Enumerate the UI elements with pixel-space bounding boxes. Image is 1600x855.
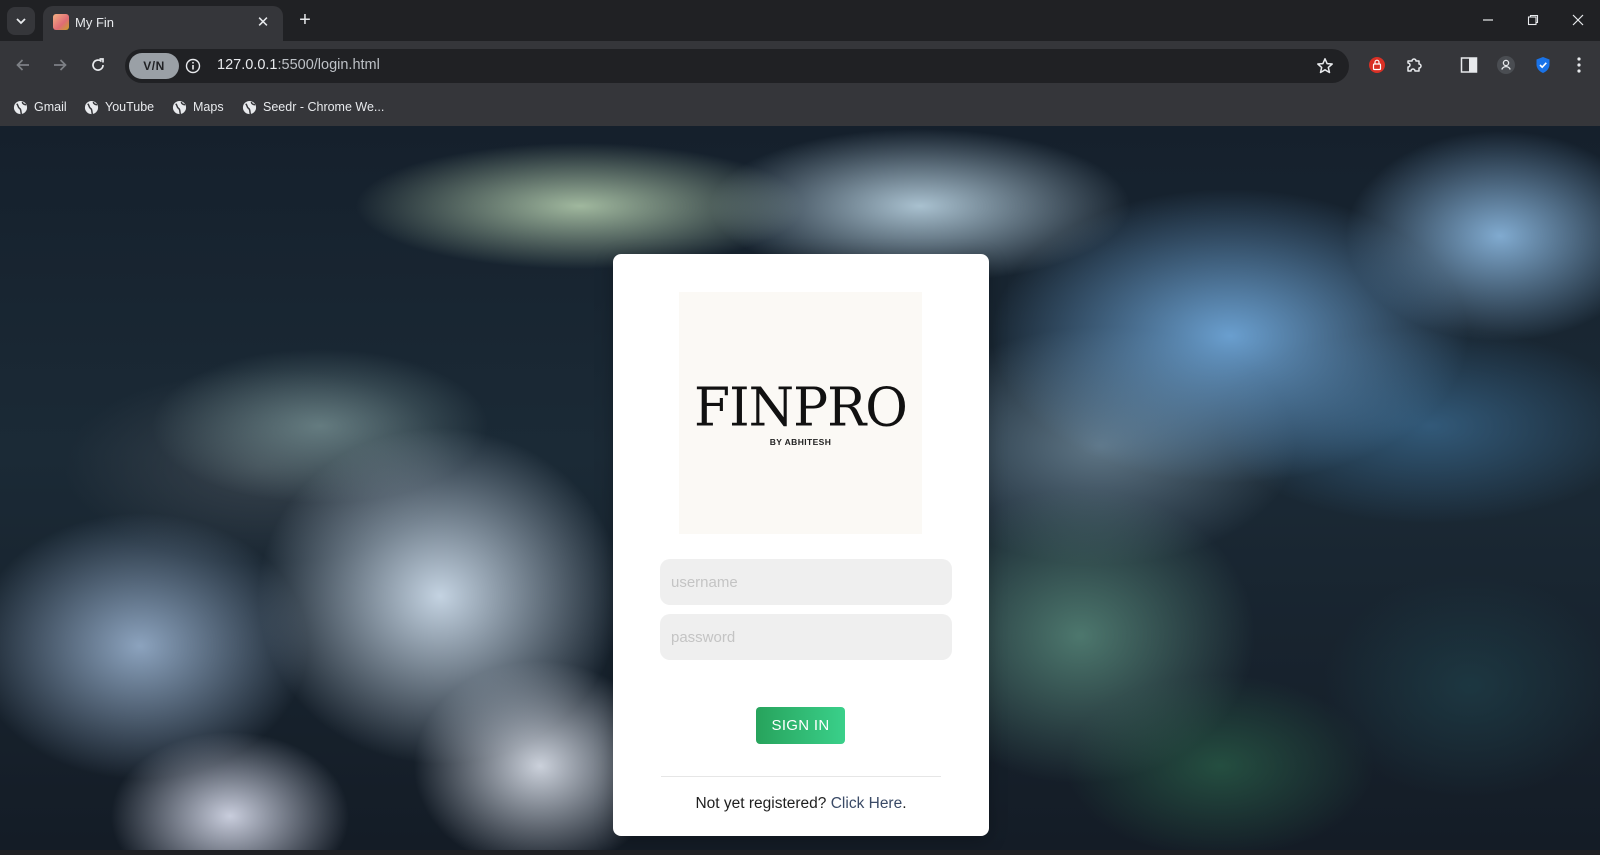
bookmark-label: Gmail: [34, 100, 67, 114]
register-prompt: Not yet registered? Click Here.: [613, 795, 989, 813]
forward-button[interactable]: [48, 53, 72, 77]
address-bar[interactable]: V/N 127.0.0.1:5500/login.html: [125, 49, 1349, 83]
restore-button[interactable]: [1519, 8, 1547, 32]
bookmark-label: Seedr - Chrome We...: [263, 100, 385, 114]
tab-title: My Fin: [75, 15, 114, 30]
login-card: FINPRO BY ABHITESH SIGN IN Not yet regis…: [613, 254, 989, 836]
url-text[interactable]: 127.0.0.1:5500/login.html: [217, 57, 380, 73]
password-field[interactable]: [660, 614, 952, 660]
extensions-puzzle-icon[interactable]: [1402, 53, 1426, 77]
vpn-badge[interactable]: V/N: [129, 53, 179, 79]
globe-icon: [13, 100, 28, 114]
bookmark-youtube[interactable]: YouTube: [84, 97, 154, 117]
arrow-left-icon: [16, 59, 29, 71]
bookmark-seedr[interactable]: Seedr - Chrome We...: [242, 97, 384, 117]
restore-icon: [1527, 14, 1539, 26]
minimize-button[interactable]: [1474, 8, 1502, 32]
globe-icon: [172, 100, 187, 114]
back-button[interactable]: [11, 53, 35, 77]
logo-byline: BY ABHITESH: [769, 437, 832, 447]
menu-kebab-icon[interactable]: [1567, 53, 1591, 77]
globe-icon: [84, 100, 99, 114]
minimize-icon: [1483, 19, 1493, 21]
close-window-button[interactable]: [1564, 8, 1592, 32]
reload-icon: [92, 58, 104, 71]
bookmark-label: Maps: [193, 100, 224, 114]
bookmark-maps[interactable]: Maps: [172, 97, 224, 117]
side-panel-icon[interactable]: [1457, 53, 1481, 77]
logo: FINPRO BY ABHITESH: [679, 292, 922, 534]
chevron-down-icon: [16, 18, 26, 25]
divider: [661, 776, 941, 777]
url-host: 127.0.0.1: [217, 57, 278, 73]
new-tab-button[interactable]: +: [294, 9, 316, 31]
arrow-right-icon: [54, 59, 67, 71]
username-field[interactable]: [660, 559, 952, 605]
register-suffix: .: [902, 795, 907, 812]
bookmark-label: YouTube: [105, 100, 155, 114]
bookmark-star-icon[interactable]: [1315, 56, 1335, 76]
reload-button[interactable]: [86, 53, 110, 77]
globe-icon: [242, 100, 257, 114]
page-viewport: FINPRO BY ABHITESH SIGN IN Not yet regis…: [0, 126, 1600, 850]
browser-toolbar: V/N 127.0.0.1:5500/login.html: [0, 41, 1600, 89]
extension-lock-icon[interactable]: [1365, 53, 1389, 77]
profile-avatar-icon[interactable]: [1494, 53, 1518, 77]
shield-check-icon[interactable]: [1531, 53, 1555, 77]
site-info-icon[interactable]: [184, 57, 202, 75]
register-link[interactable]: Click Here: [831, 795, 902, 812]
bookmarks-bar: Gmail YouTube Maps Seedr - Chrome We...: [0, 89, 1600, 126]
url-path: :5500/login.html: [277, 57, 380, 73]
tab-search-button[interactable]: [7, 7, 35, 35]
tab-active[interactable]: My Fin ✕: [43, 6, 283, 41]
sign-in-button[interactable]: SIGN IN: [756, 707, 845, 744]
tab-favicon-icon: [53, 14, 69, 30]
tab-strip: My Fin ✕ +: [0, 0, 1600, 41]
logo-wordmark: FINPRO: [694, 377, 908, 439]
window-bottom-edge: [0, 850, 1600, 855]
close-icon: [1572, 14, 1584, 26]
register-prompt-text: Not yet registered?: [695, 795, 827, 812]
tab-close-icon[interactable]: ✕: [253, 12, 273, 32]
bookmark-gmail[interactable]: Gmail: [13, 97, 67, 117]
